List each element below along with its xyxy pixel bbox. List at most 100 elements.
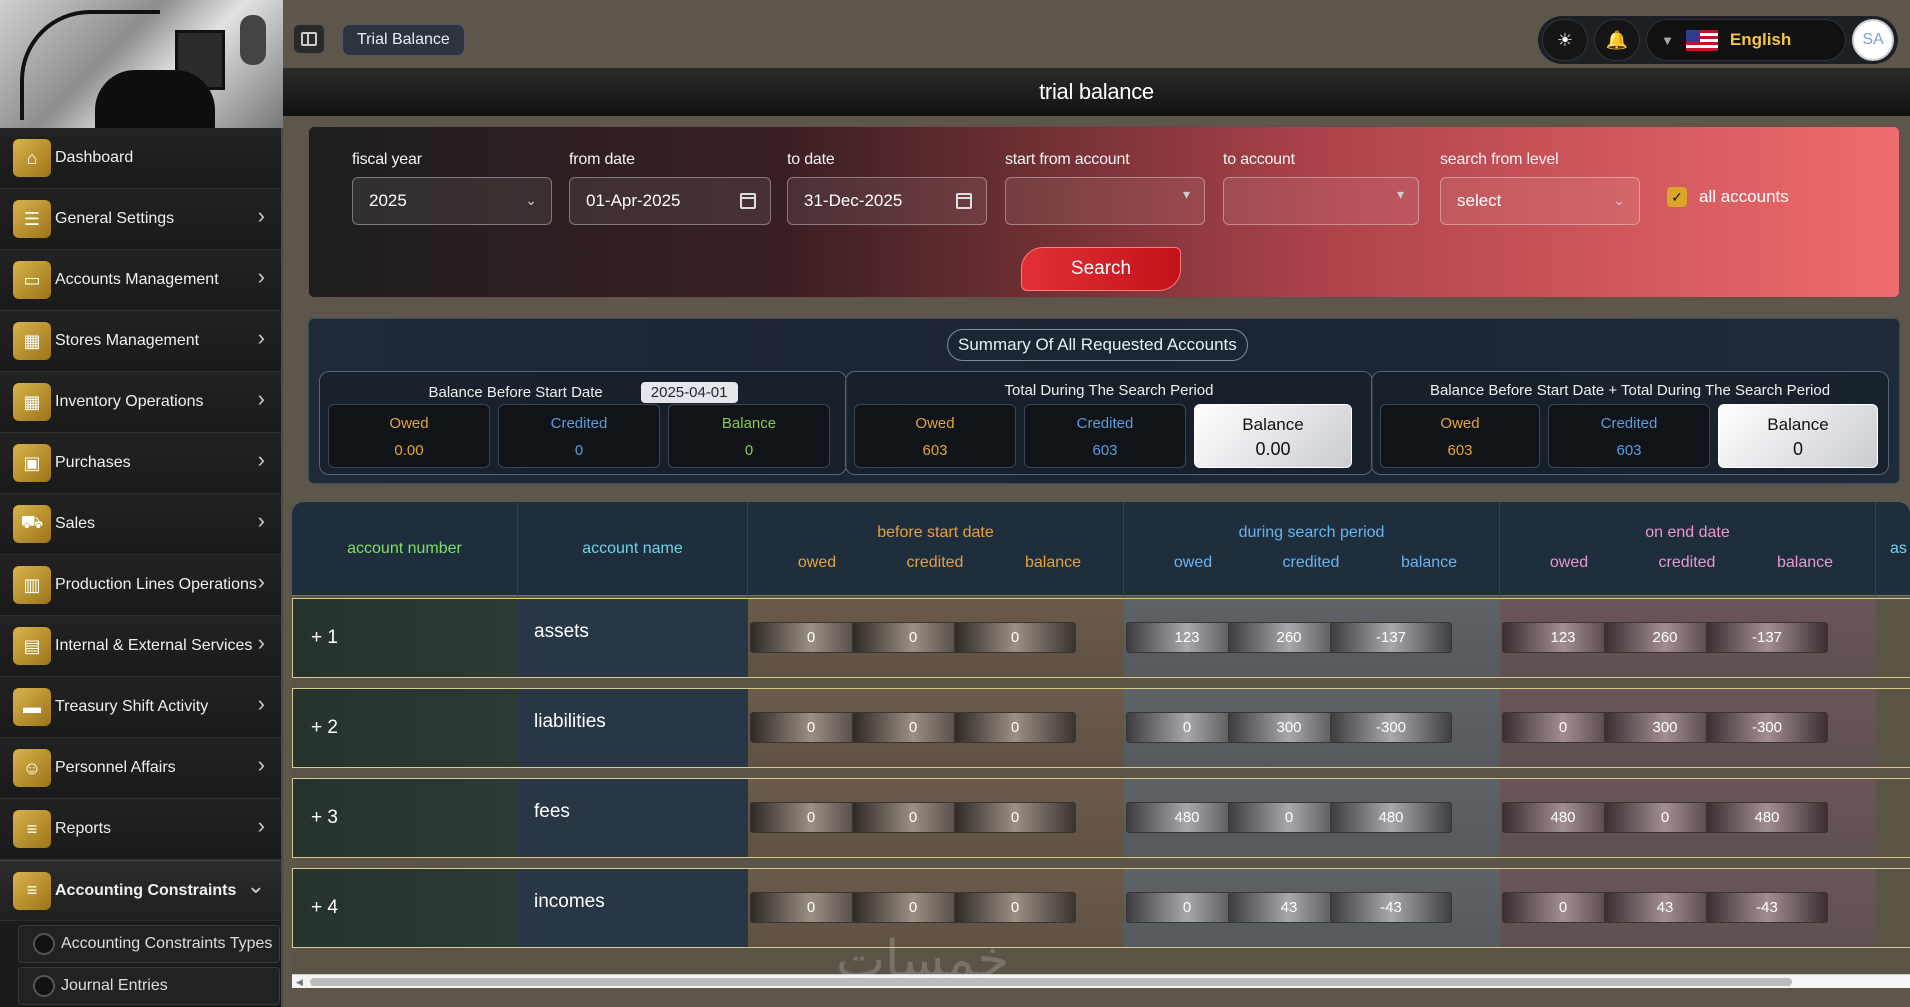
sun-icon: ☀ <box>1556 29 1574 50</box>
fiscal-year-value: 2025 <box>369 191 407 210</box>
sidebar-subitem-label: Accounting Constraints Types <box>61 935 273 952</box>
calendar-icon[interactable] <box>740 193 756 209</box>
to-account-select[interactable]: ▾ <box>1223 177 1419 225</box>
fiscal-year-select[interactable]: 2025 ⌄ <box>352 177 552 225</box>
th-account-name[interactable]: account name <box>518 502 748 596</box>
before-balance-cell: 0 <box>954 622 1076 653</box>
end-balance-cell: -300 <box>1706 712 1828 743</box>
chevron-right-icon: › <box>257 508 265 533</box>
th-account-number[interactable]: account number <box>292 502 518 596</box>
table-row[interactable]: + 4 incomes 0 0 0 0 43 -43 0 43 -43 <box>292 868 1910 948</box>
level-value: select <box>1457 191 1502 210</box>
fiscal-year-field: fiscal year 2025 ⌄ <box>352 151 552 225</box>
during-credited-card: Credited 603 <box>1024 404 1186 468</box>
th-before-balance: balance <box>1024 554 1082 571</box>
avatar[interactable]: SA <box>1852 19 1894 61</box>
checkmark-icon[interactable]: ✓ <box>1667 187 1687 207</box>
to-date-label: to date <box>787 151 835 168</box>
sidebar-item-label: Sales <box>55 515 96 532</box>
th-cut-off: as <box>1876 502 1910 596</box>
from-date-label: from date <box>569 151 635 168</box>
sidebar-subitem-label: Journal Entries <box>61 977 168 994</box>
summary-during-title: Total During The Search Period <box>1004 382 1214 399</box>
to-date-value: 31-Dec-2025 <box>804 191 903 210</box>
page-chip[interactable]: Trial Balance <box>342 24 465 56</box>
before-balance-cell: 0 <box>954 892 1076 923</box>
table-row[interactable]: + 2 liabilities 0 0 0 0 300 -300 0 300 -300 <box>292 688 1910 768</box>
notifications-button[interactable]: 🔔 <box>1594 19 1640 61</box>
th-end-title: on end date <box>1645 524 1730 541</box>
account-number-cell[interactable]: + 1 <box>292 598 518 678</box>
summary-title: Summary Of All Requested Accounts <box>947 329 1248 361</box>
calendar-icon[interactable] <box>956 193 972 209</box>
sidebar-item-accounts-management[interactable]: ▭ Accounts Management › <box>0 250 281 311</box>
sidebar-item-general-settings[interactable]: ☰ General Settings › <box>0 189 281 250</box>
during-balance-cell: -300 <box>1330 712 1452 743</box>
th-during-credited: credited <box>1282 554 1340 571</box>
sidebar-item-accounting-constraints[interactable]: ≡ Accounting Constraints ⌄ <box>0 860 281 921</box>
start-account-field: start from account ▾ <box>1005 151 1205 225</box>
sidebar-subitem-accounting-constraints-types[interactable]: Accounting Constraints Types <box>18 925 280 963</box>
combined-credited-card: Credited 603 <box>1548 404 1710 468</box>
sidebar-item-internal-external-services[interactable]: ▤ Internal & External Services › <box>0 616 281 677</box>
before-owed-card: Owed 0.00 <box>328 404 490 468</box>
combined-balance-card: Balance 0 <box>1718 404 1878 468</box>
th-end-owed: owed <box>1549 554 1589 571</box>
sidebar-item-label: Production Lines Operations <box>55 576 257 593</box>
sidebar-hero-image <box>0 0 283 128</box>
theme-toggle-button[interactable]: ☀ <box>1542 19 1588 61</box>
chevron-down-icon: ▼ <box>1661 32 1674 48</box>
summary-combined-title: Balance Before Start Date + Total During… <box>1429 382 1831 399</box>
card-icon: ▬ <box>13 688 51 726</box>
to-date-input[interactable]: 31-Dec-2025 <box>787 177 987 225</box>
scroll-left-arrow-icon[interactable]: ◀ <box>296 977 303 988</box>
account-number-cell[interactable]: + 3 <box>292 778 518 858</box>
sidebar-item-inventory-operations[interactable]: ▦ Inventory Operations › <box>0 372 281 433</box>
summary-combined-group: Balance Before Start Date + Total During… <box>1371 371 1889 475</box>
from-date-value: 01-Apr-2025 <box>586 191 681 210</box>
scroll-thumb[interactable] <box>310 978 1792 986</box>
from-date-field: from date 01-Apr-2025 <box>569 151 771 225</box>
sidebar-item-purchases[interactable]: ▣ Purchases › <box>0 433 281 494</box>
cart-icon: ⛟ <box>13 505 51 543</box>
chevron-down-icon: ⌄ <box>246 873 265 898</box>
th-end-credited: credited <box>1658 554 1716 571</box>
list-icon: ≡ <box>13 810 51 848</box>
from-date-input[interactable]: 01-Apr-2025 <box>569 177 771 225</box>
sidebar-item-production-lines-operations[interactable]: ▥ Production Lines Operations › <box>0 555 281 616</box>
sidebar-subitem-journal-entries[interactable]: Journal Entries <box>18 967 280 1005</box>
table-row[interactable]: + 3 fees 0 0 0 480 0 480 480 0 480 <box>292 778 1910 858</box>
end-balance-cell: -43 <box>1706 892 1828 923</box>
sidebar-item-label: Personnel Affairs <box>55 759 176 776</box>
sidebar-item-dashboard[interactable]: ⌂ Dashboard <box>0 128 281 189</box>
account-number-cell[interactable]: + 2 <box>292 688 518 768</box>
start-account-select[interactable]: ▾ <box>1005 177 1205 225</box>
sidebar-item-personnel-affairs[interactable]: ☺ Personnel Affairs › <box>0 738 281 799</box>
sidebar-toggle-button[interactable] <box>293 24 325 54</box>
account-name-cell: assets <box>518 598 748 678</box>
account-number-cell[interactable]: + 4 <box>292 868 518 948</box>
fiscal-year-label: fiscal year <box>352 151 422 168</box>
th-before-credited: credited <box>906 554 964 571</box>
during-balance-cell: 480 <box>1330 802 1452 833</box>
sidebar-item-stores-management[interactable]: ▦ Stores Management › <box>0 311 281 372</box>
language-select[interactable]: ▼ English <box>1646 19 1846 61</box>
table-row[interactable]: + 1 assets 0 0 0 123 260 -137 123 260 -137 <box>292 598 1910 678</box>
end-balance-cell: -137 <box>1706 622 1828 653</box>
topbar: Trial Balance ☀ 🔔 ▼ English SA <box>285 8 1910 68</box>
to-account-label: to account <box>1223 151 1295 168</box>
sidebar-item-reports[interactable]: ≡ Reports › <box>0 799 281 860</box>
all-accounts-checkbox[interactable]: ✓ all accounts <box>1667 187 1789 207</box>
summary-before-group: Balance Before Start Date 2025-04-01 Owed… <box>319 371 847 475</box>
chevron-right-icon: › <box>257 691 265 716</box>
wallet-icon: ▭ <box>13 261 51 299</box>
horizontal-scrollbar[interactable]: ◀ <box>292 974 1910 988</box>
search-button[interactable]: Search <box>1021 247 1181 291</box>
sidebar-item-sales[interactable]: ⛟ Sales › <box>0 494 281 555</box>
during-balance-cell: -43 <box>1330 892 1452 923</box>
sidebar-item-treasury-shift-activity[interactable]: ▬ Treasury Shift Activity › <box>0 677 281 738</box>
list-icon: ≡ <box>13 871 51 910</box>
level-select[interactable]: select ⌄ <box>1440 177 1640 225</box>
watermark: خمسات <box>836 930 1010 990</box>
chevron-down-icon: ⌄ <box>525 192 537 208</box>
